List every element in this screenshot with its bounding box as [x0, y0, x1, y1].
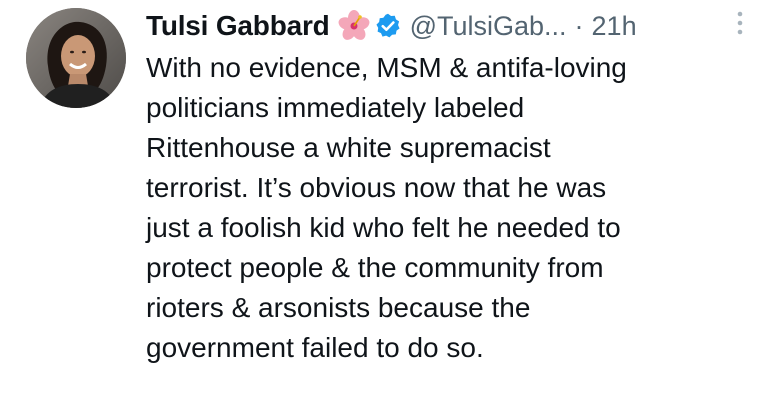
timestamp[interactable]: 21h — [592, 11, 637, 42]
separator-dot: · — [574, 10, 584, 41]
tweet-text-line: terrorist. It’s obvious now that he was — [146, 172, 607, 203]
avatar[interactable] — [26, 8, 126, 108]
tweet-text-line: Rittenhouse a white supremacist — [146, 132, 551, 163]
author-handle[interactable]: @TulsiGab... — [410, 11, 567, 42]
more-options-icon[interactable] — [736, 10, 744, 38]
tweet-card[interactable]: Tulsi Gabbard @TulsiGab... · 21h With no… — [0, 0, 760, 406]
tweet-text-line: government failed to do so. — [146, 332, 484, 363]
tweet-text-line: rioters & arsonists because the — [146, 292, 531, 323]
avatar-photo — [26, 8, 126, 108]
hibiscus-flower-icon — [338, 10, 370, 42]
tweet-text-line: just a foolish kid who felt he needed to — [146, 212, 621, 243]
author-name[interactable]: Tulsi Gabbard — [146, 10, 330, 42]
tweet-text-line: With no evidence, MSM & antifa-loving — [146, 52, 627, 83]
tweet-text: With no evidence, MSM & antifa-loving po… — [146, 48, 746, 368]
tweet-header: Tulsi Gabbard @TulsiGab... · 21h — [146, 6, 637, 46]
verified-badge-icon[interactable] — [374, 12, 402, 40]
tweet-text-line: protect people & the community from — [146, 252, 604, 283]
tweet-text-line: politicians immediately labeled — [146, 92, 525, 123]
